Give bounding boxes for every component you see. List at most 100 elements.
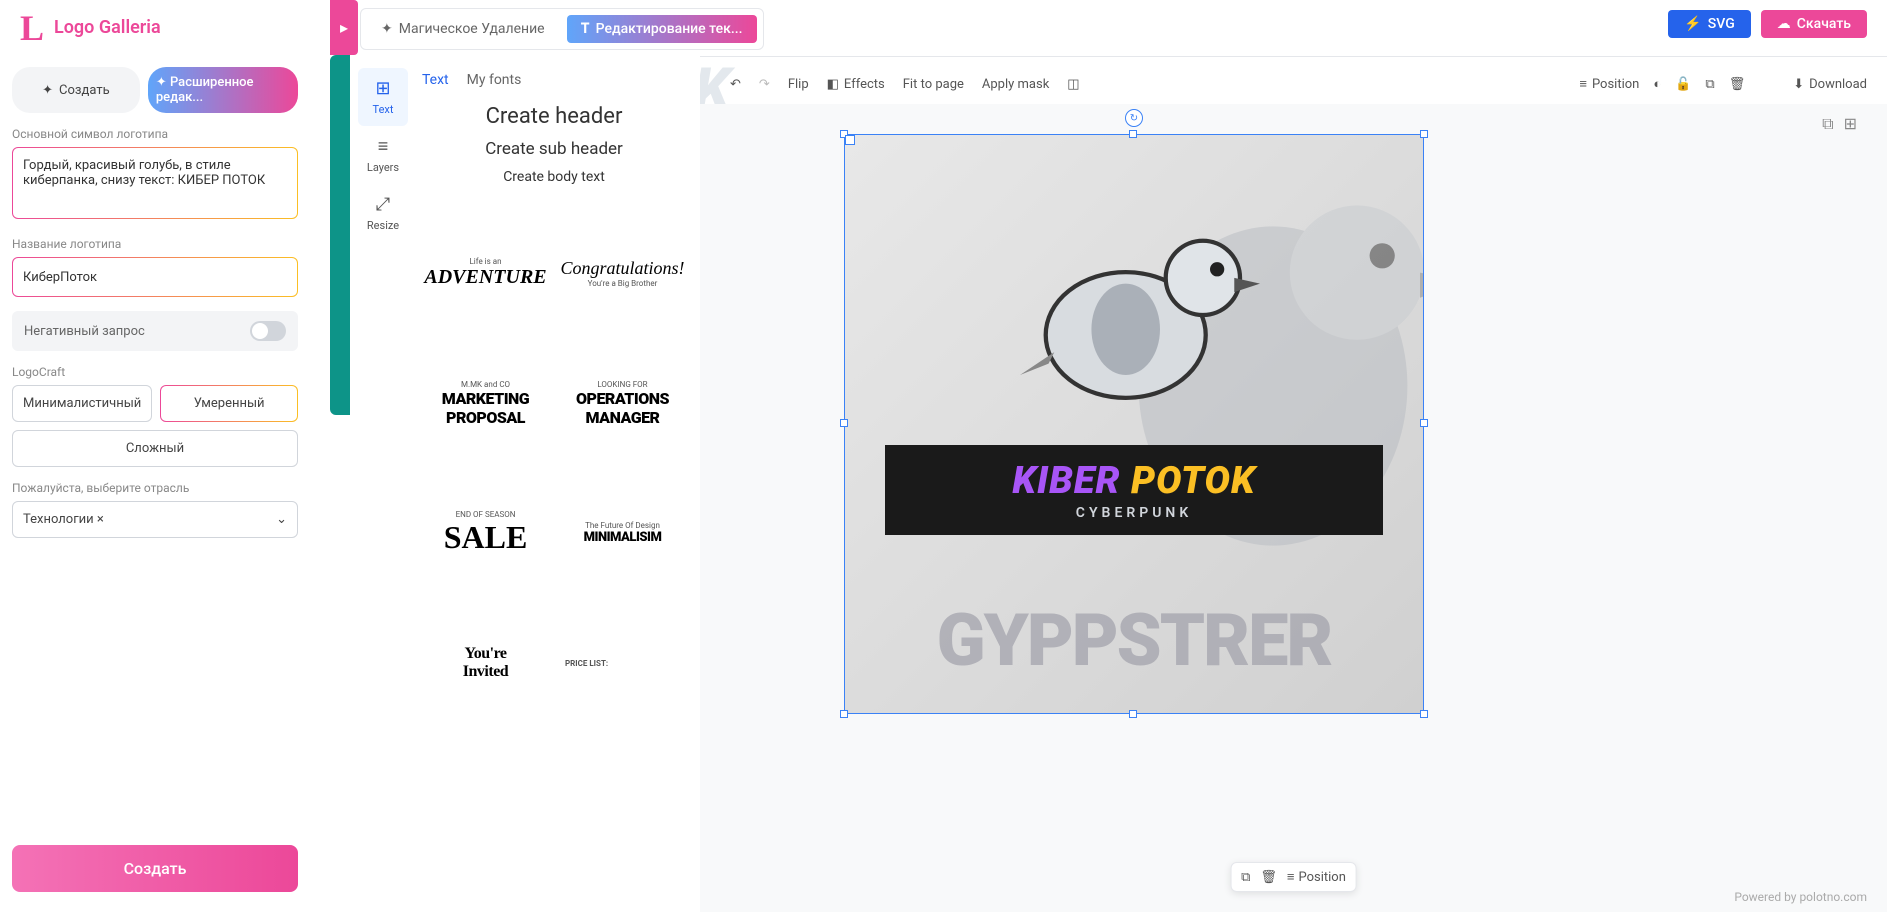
magic-remove-label: Магическое Удаление [399,21,545,37]
logo-icon: L [20,7,44,49]
mask-button[interactable]: Apply mask [982,77,1049,92]
advanced-edit-button[interactable]: ✦ Расширенное редак... [148,67,298,113]
resize-handle[interactable] [840,130,848,138]
resize-handle[interactable] [1420,419,1428,427]
resize-tool-label: Resize [367,219,399,232]
main-symbol-input[interactable] [12,147,298,219]
lightning-icon: ⚡ [1684,16,1701,32]
rotate-handle[interactable]: ↻ [1125,109,1143,127]
logo-subtitle: CYBERPUNK [1076,505,1192,521]
layers-icon: ≡ [378,136,389,157]
text-icon: 𝐓 [581,21,590,37]
sparkle-icon: ✦ [156,75,167,90]
edit-text-label: Редактирование тек... [596,21,743,37]
resize-handle[interactable] [840,710,848,718]
fit-button[interactable]: Fit to page [903,77,964,92]
main-symbol-label: Основной символ логотипа [12,127,298,141]
delete-selection-button[interactable]: 🗑 [1260,870,1277,885]
tab-myfonts[interactable]: My fonts [467,72,522,88]
resize-handle[interactable] [840,419,848,427]
history-strip[interactable] [330,55,350,415]
flip-button[interactable]: Flip [788,77,809,92]
selection-box[interactable]: KIBER POTOK CYBERPUNK GYPPSTRER ↻ [844,134,1424,714]
layers-icon: ≡ [1287,869,1295,885]
create-main-button[interactable]: Создать [12,845,298,892]
industry-select[interactable]: Технологии × ⌄ [12,501,298,538]
text-add-icon: ⊞ [375,78,390,99]
resize-handle[interactable] [1129,130,1137,138]
selection-toolbar: ⧉ 🗑 ≡Position [1230,862,1357,892]
text-preset[interactable]: Life is an ADVENTURE [422,213,549,333]
canvas-area[interactable]: ⧉ ⊞ KIBER POTOK CYBERPUN [700,104,1887,912]
settings-sidebar: ✦ Создать ✦ Расширенное редак... Основно… [0,55,310,912]
text-preset[interactable]: END OF SEASON SALE [422,473,549,593]
negative-prompt-row: Негативный запрос [12,311,298,351]
negative-label: Негативный запрос [24,324,145,339]
download-icon: ⬇ [1793,77,1804,92]
layers-tool[interactable]: ≡ Layers [358,126,408,184]
create-small-button[interactable]: ✦ Создать [12,67,140,113]
tab-text[interactable]: Text [422,72,449,88]
crop-button[interactable]: ◫ [1067,77,1079,92]
lock-button[interactable]: 🔓 [1675,77,1691,92]
text-preset[interactable]: LOOKING FOR OPERATIONS MANAGER [559,343,686,463]
text-preset[interactable]: PRICE LIST: [559,603,686,723]
negative-toggle[interactable] [250,321,286,341]
logocraft-label: LogoCraft [12,365,298,379]
edit-text-button[interactable]: 𝐓 Редактирование тек... [567,15,757,43]
cloud-download-icon: ☁ [1777,16,1791,32]
redo-button[interactable]: ↷ [759,77,770,92]
create-header-option[interactable]: Create header [422,100,686,133]
delete-button[interactable]: 🗑 [1729,77,1746,92]
text-tool[interactable]: ⊞ Text [358,68,408,126]
create-body-option[interactable]: Create body text [422,165,686,189]
svg-export-button[interactable]: ⚡ SVG [1668,10,1750,38]
app-logo[interactable]: L Logo Galleria [20,7,161,49]
svg-label: SVG [1708,16,1735,32]
industry-label: Пожалуйста, выберите отрасль [12,481,298,495]
download-label: Скачать [1797,16,1851,32]
text-preset[interactable]: M.MK and CO MARKETING PROPOSAL [422,343,549,463]
logo-banner: KIBER POTOK CYBERPUNK [885,445,1383,535]
style-complex-button[interactable]: Сложный [12,430,298,467]
canvas-toolbar: ↶ ↷ Flip ◧Effects Fit to page Apply mask… [730,68,1867,100]
duplicate-button[interactable]: ⧉ [1705,77,1714,92]
position-button[interactable]: ≡Position [1579,76,1639,92]
resize-handle[interactable] [1420,130,1428,138]
logo-name-input[interactable] [12,257,298,297]
position-selection-button[interactable]: ≡Position [1287,869,1346,885]
app-name: Logo Galleria [54,17,161,38]
background-text: GYPPSTRER [845,598,1423,683]
opacity-button[interactable]: ◐ [1653,76,1661,92]
resize-tool[interactable]: ⤢ Resize [358,184,408,242]
text-preset[interactable]: Congratulations! You're a Big Brother [559,213,686,333]
chevron-down-icon: ⌄ [276,512,287,527]
advanced-label: Расширенное редак... [156,75,254,105]
style-moderate-button[interactable]: Умеренный [160,385,298,422]
text-preset[interactable]: The Future Of Design MINIMALISIM [559,473,686,593]
effects-icon: ◧ [827,77,839,92]
logo-name-label: Название логотипа [12,237,298,251]
text-panel: Text My fonts Create header Create sub h… [408,64,700,912]
layers-icon: ≡ [1579,76,1587,92]
collapse-sidebar-button[interactable]: ▸ [330,0,358,55]
duplicate-selection-button[interactable]: ⧉ [1241,870,1250,885]
text-tool-label: Text [373,103,394,116]
resize-handle[interactable] [1129,710,1137,718]
add-page-icon[interactable]: ⊞ [1844,114,1857,134]
layers-tool-label: Layers [367,161,399,174]
effects-button[interactable]: ◧Effects [827,77,885,92]
download-canvas-button[interactable]: ⬇Download [1793,77,1867,92]
logo-artwork: KIBER POTOK CYBERPUNK GYPPSTRER [845,135,1423,713]
divider [700,56,1887,57]
undo-button[interactable]: ↶ [730,77,741,92]
duplicate-page-icon[interactable]: ⧉ [1822,114,1833,134]
resize-handle[interactable] [1420,710,1428,718]
create-small-label: Создать [59,83,110,98]
create-subheader-option[interactable]: Create sub header [422,135,686,163]
magic-remove-button[interactable]: ✦ Магическое Удаление [367,15,559,43]
text-preset[interactable]: You're Invited [422,603,549,723]
pigeon-foreground [995,215,1285,415]
style-minimal-button[interactable]: Минималистичный [12,385,152,422]
download-button[interactable]: ☁ Скачать [1761,10,1867,38]
